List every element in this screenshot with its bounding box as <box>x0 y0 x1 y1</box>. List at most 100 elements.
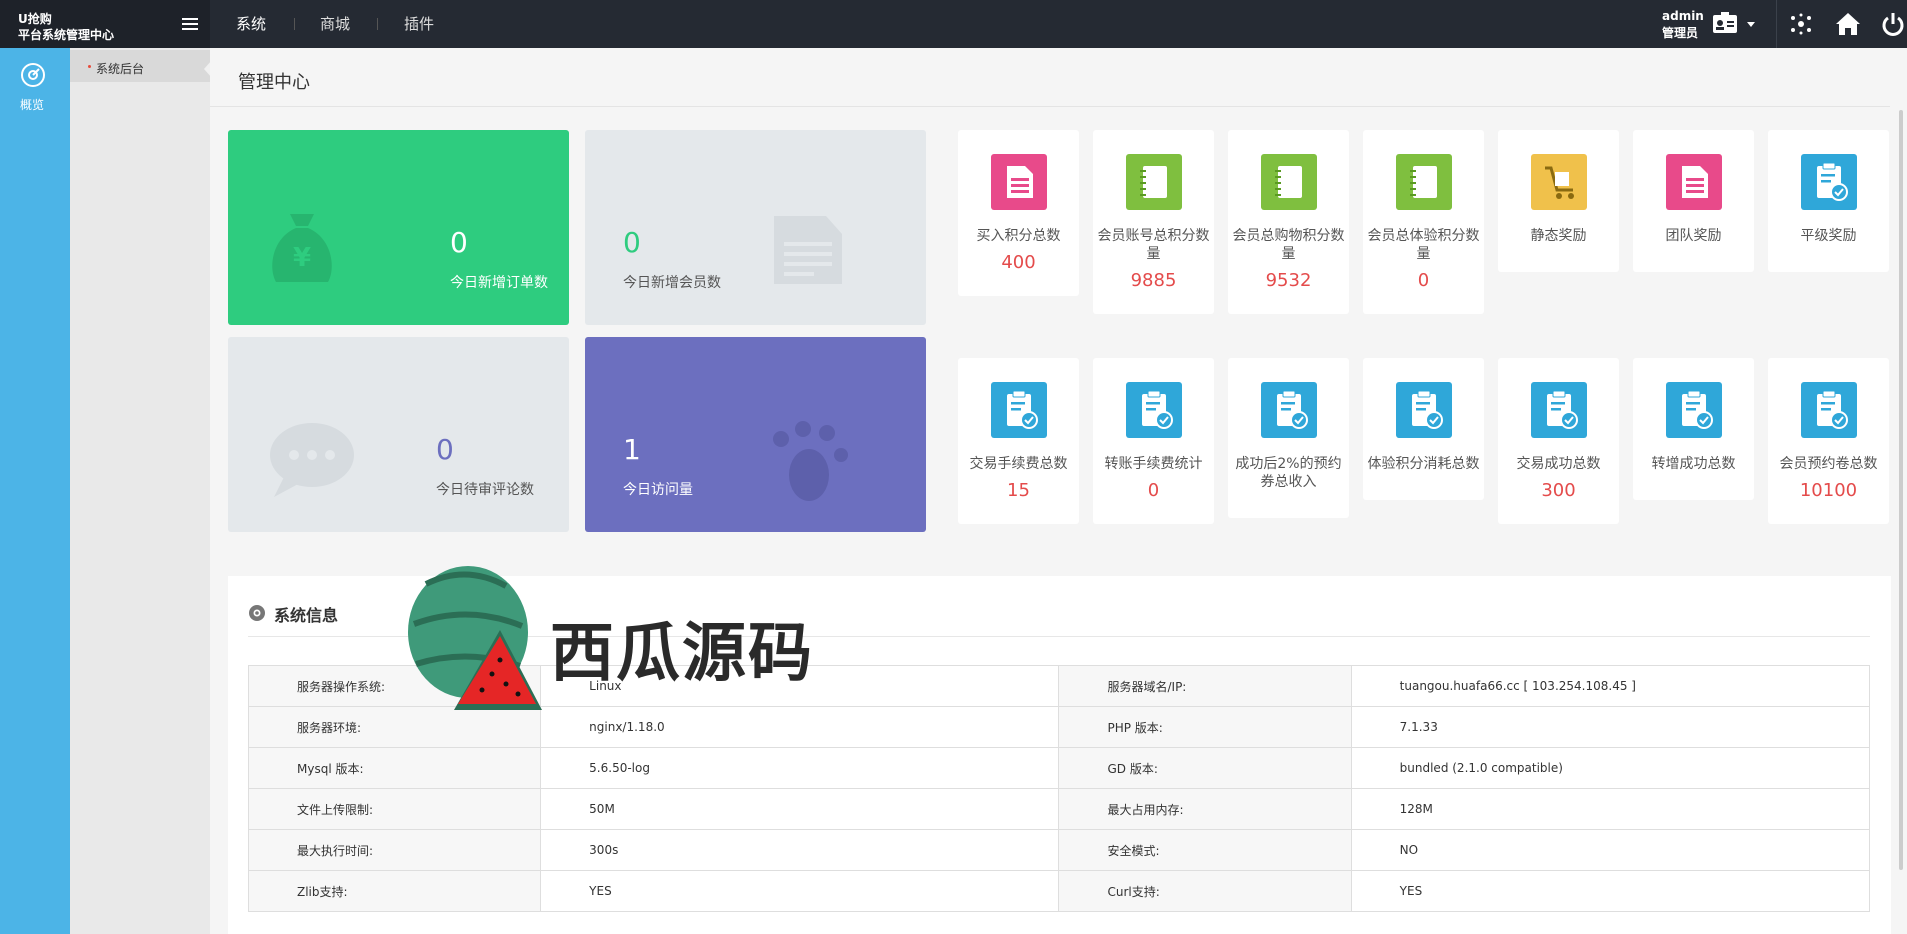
id-card-icon[interactable] <box>1712 12 1738 36</box>
info-value: YES <box>540 870 1060 912</box>
document-icon <box>1666 154 1722 210</box>
card-label: 今日新增会员数 <box>623 275 721 291</box>
stat-label: 平级奖励 <box>1800 228 1857 244</box>
submenu-item-label: 系统后台 <box>96 62 145 76</box>
info-key: Curl支持: <box>1058 870 1352 912</box>
page-title: 管理中心 <box>238 72 310 93</box>
sidebar-item-overview[interactable]: 概览 <box>0 56 70 112</box>
card-value: 1 <box>623 433 641 466</box>
main-content: 管理中心 ¥ 0 今日新增订单数 0 今日新增会员数 0 今日待审评论数 1 今… <box>210 48 1907 934</box>
table-row: 最大执行时间: 300s 安全模式: NO <box>247 829 1871 871</box>
top-bar: U抢购 平台系统管理中心 系统 商城 插件 admin 管理员 <box>0 0 1907 48</box>
stat-card-member-total-points[interactable]: 会员账号总积分数量 9885 <box>1093 130 1214 314</box>
scrollbar[interactable] <box>1899 110 1903 870</box>
stat-card-coupon-income[interactable]: 成功后2%的预约券总收入 <box>1228 358 1349 518</box>
stat-label: 会员预约卷总数 <box>1779 456 1878 472</box>
stat-label: 转账手续费统计 <box>1104 456 1203 472</box>
submenu-item-system-backend[interactable]: 系统后台 <box>70 50 210 82</box>
table-row: Zlib支持: YES Curl支持: YES <box>247 870 1871 912</box>
nav-plugins[interactable]: 插件 <box>404 0 434 48</box>
clipboard-check-icon <box>1396 382 1452 438</box>
stat-card-shopping-points[interactable]: 会员总购物积分数量 9532 <box>1228 130 1349 314</box>
clipboard-check-icon <box>1531 382 1587 438</box>
info-value: bundled (2.1.0 compatible) <box>1350 747 1871 789</box>
stat-card-buy-points[interactable]: 买入积分总数 400 <box>958 130 1079 296</box>
nav-separator <box>377 18 378 30</box>
info-value: YES <box>1350 870 1871 912</box>
stat-card-gift-success[interactable]: 转增成功总数 <box>1633 358 1754 500</box>
nav-system[interactable]: 系统 <box>236 0 266 48</box>
info-key: Zlib支持: <box>247 870 542 912</box>
brand: U抢购 平台系统管理中心 <box>0 0 210 48</box>
stat-label: 交易成功总数 <box>1516 456 1601 472</box>
stat-card-transfer-fee[interactable]: 转账手续费统计 0 <box>1093 358 1214 524</box>
info-key: 最大执行时间: <box>247 829 542 871</box>
info-value: 128M <box>1350 788 1871 830</box>
stat-card-trial-consumed[interactable]: 体验积分消耗总数 <box>1363 358 1484 500</box>
notebook-icon <box>1261 154 1317 210</box>
stat-value: 10100 <box>1799 480 1858 501</box>
nav-mall[interactable]: 商城 <box>320 0 350 48</box>
info-value: tuangou.huafa66.cc [ 103.254.108.45 ] <box>1350 665 1871 707</box>
stat-card-team-reward[interactable]: 团队奖励 <box>1633 130 1754 272</box>
stat-value: 9532 <box>1265 270 1312 291</box>
info-value: 5.6.50-log <box>540 747 1060 789</box>
stat-value: 15 <box>1007 480 1030 501</box>
card-value: 0 <box>436 433 454 466</box>
dashboard-icon <box>21 63 45 87</box>
stat-card-member-coupons[interactable]: 会员预约卷总数 10100 <box>1768 358 1889 524</box>
table-row: 文件上传限制: 50M 最大占用内存: 128M <box>247 788 1871 830</box>
info-key: 安全模式: <box>1058 829 1352 871</box>
comment-icon <box>270 423 354 497</box>
chevron-down-icon[interactable] <box>1746 12 1756 36</box>
power-icon[interactable] <box>1880 12 1906 36</box>
home-icon[interactable] <box>1835 12 1861 36</box>
clipboard-check-icon <box>1801 382 1857 438</box>
watermark-text: 西瓜源码 <box>550 617 814 691</box>
card-today-visits[interactable]: 1 今日访问量 <box>585 337 926 532</box>
card-today-members[interactable]: 0 今日新增会员数 <box>585 130 926 325</box>
card-label: 今日新增订单数 <box>450 275 548 291</box>
stat-card-trial-points[interactable]: 会员总体验积分数量 0 <box>1363 130 1484 314</box>
network-icon[interactable] <box>1788 12 1814 36</box>
stat-label: 团队奖励 <box>1665 228 1722 244</box>
info-key: Mysql 版本: <box>247 747 542 789</box>
stat-value: 0 <box>1417 270 1430 291</box>
info-value: 50M <box>540 788 1060 830</box>
divider <box>210 106 1890 107</box>
user-role[interactable]: 管理员 <box>1662 24 1698 41</box>
stat-card-static-reward[interactable]: 静态奖励 <box>1498 130 1619 272</box>
stat-label: 会员总体验积分数量 <box>1367 228 1480 262</box>
card-value: 0 <box>623 226 641 259</box>
info-value: 7.1.33 <box>1350 706 1871 748</box>
user-name[interactable]: admin <box>1662 9 1704 23</box>
sidebar-item-label: 概览 <box>19 98 44 112</box>
card-label: 今日访问量 <box>623 482 693 498</box>
info-key: 文件上传限制: <box>247 788 542 830</box>
icon-sidebar: 概览 <box>0 48 70 934</box>
stat-card-trade-fee[interactable]: 交易手续费总数 15 <box>958 358 1079 524</box>
document-icon <box>774 216 842 284</box>
info-key: 服务器域名/IP: <box>1058 665 1352 707</box>
brand-subtitle: 平台系统管理中心 <box>18 28 115 42</box>
stat-label: 买入积分总数 <box>976 228 1061 244</box>
brand-name: U抢购 <box>18 12 52 26</box>
stat-card-peer-reward[interactable]: 平级奖励 <box>1768 130 1889 272</box>
bullet-icon <box>88 65 91 68</box>
card-pending-reviews[interactable]: 0 今日待审评论数 <box>228 337 569 532</box>
clipboard-check-icon <box>1801 154 1857 210</box>
menu-toggle-icon[interactable] <box>182 18 198 32</box>
info-value: NO <box>1350 829 1871 871</box>
notebook-icon <box>1396 154 1452 210</box>
paw-icon <box>773 421 848 501</box>
info-key: PHP 版本: <box>1058 706 1352 748</box>
table-row: Mysql 版本: 5.6.50-log GD 版本: bundled (2.1.0 … <box>247 747 1871 789</box>
nav-separator <box>294 18 295 30</box>
document-icon <box>991 154 1047 210</box>
info-value: 300s <box>540 829 1060 871</box>
card-label: 今日待审评论数 <box>436 482 534 498</box>
notebook-icon <box>1126 154 1182 210</box>
stat-card-trade-success[interactable]: 交易成功总数 300 <box>1498 358 1619 524</box>
stat-label: 转增成功总数 <box>1651 456 1736 472</box>
card-today-orders[interactable]: ¥ 0 今日新增订单数 <box>228 130 569 325</box>
